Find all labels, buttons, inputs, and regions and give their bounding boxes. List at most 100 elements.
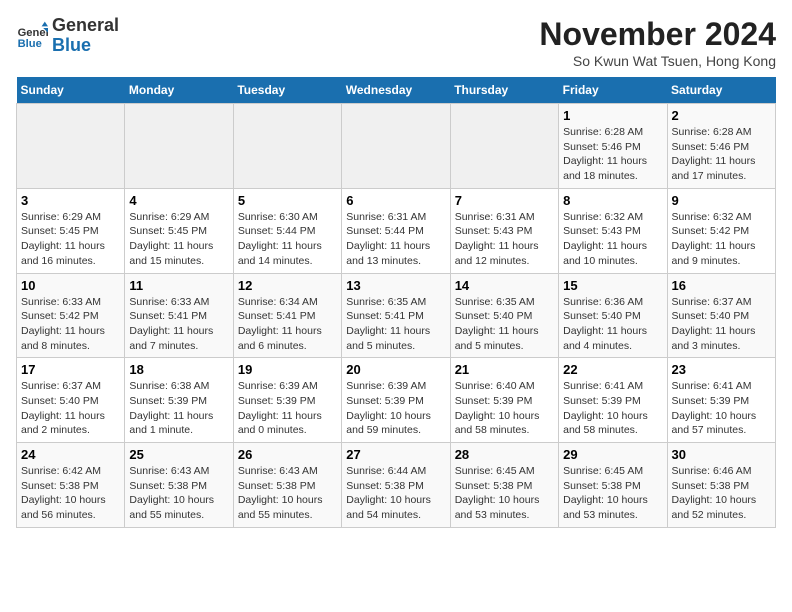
day-number: 25 bbox=[129, 447, 228, 462]
day-number: 22 bbox=[563, 362, 662, 377]
page-header: General Blue General Blue November 2024 … bbox=[16, 16, 776, 69]
calendar-cell bbox=[450, 104, 558, 189]
calendar-table: SundayMondayTuesdayWednesdayThursdayFrid… bbox=[16, 77, 776, 528]
day-info: Sunrise: 6:46 AM Sunset: 5:38 PM Dayligh… bbox=[672, 464, 771, 523]
day-number: 17 bbox=[21, 362, 120, 377]
header-wednesday: Wednesday bbox=[342, 77, 450, 104]
day-number: 21 bbox=[455, 362, 554, 377]
day-number: 3 bbox=[21, 193, 120, 208]
calendar-cell: 13 Sunrise: 6:35 AM Sunset: 5:41 PM Dayli… bbox=[342, 273, 450, 358]
calendar-cell: 16 Sunrise: 6:37 AM Sunset: 5:40 PM Dayli… bbox=[667, 273, 775, 358]
day-info: Sunrise: 6:35 AM Sunset: 5:40 PM Dayligh… bbox=[455, 295, 554, 354]
calendar-cell bbox=[17, 104, 125, 189]
calendar-cell: 9Sunrise: 6:32 AM Sunset: 5:42 PM Daylig… bbox=[667, 188, 775, 273]
day-number: 12 bbox=[238, 278, 337, 293]
calendar-cell: 10 Sunrise: 6:33 AM Sunset: 5:42 PM Dayli… bbox=[17, 273, 125, 358]
day-number: 10 bbox=[21, 278, 120, 293]
day-info: Sunrise: 6:33 AM Sunset: 5:41 PM Dayligh… bbox=[129, 295, 228, 354]
day-number: 14 bbox=[455, 278, 554, 293]
day-number: 23 bbox=[672, 362, 771, 377]
calendar-cell: 20 Sunrise: 6:39 AM Sunset: 5:39 PM Dayli… bbox=[342, 358, 450, 443]
header-tuesday: Tuesday bbox=[233, 77, 341, 104]
calendar-cell bbox=[342, 104, 450, 189]
day-info: Sunrise: 6:34 AM Sunset: 5:41 PM Dayligh… bbox=[238, 295, 337, 354]
calendar-week-4: 17 Sunrise: 6:37 AM Sunset: 5:40 PM Dayli… bbox=[17, 358, 776, 443]
day-number: 1 bbox=[563, 108, 662, 123]
calendar-cell: 18Sunrise: 6:38 AM Sunset: 5:39 PM Dayli… bbox=[125, 358, 233, 443]
calendar-cell: 25 Sunrise: 6:43 AM Sunset: 5:38 PM Dayli… bbox=[125, 443, 233, 528]
calendar-cell: 1 Sunrise: 6:28 AM Sunset: 5:46 PM Daylig… bbox=[559, 104, 667, 189]
calendar-cell: 26Sunrise: 6:43 AM Sunset: 5:38 PM Dayli… bbox=[233, 443, 341, 528]
day-number: 16 bbox=[672, 278, 771, 293]
month-title: November 2024 bbox=[539, 16, 776, 53]
day-info: Sunrise: 6:42 AM Sunset: 5:38 PM Dayligh… bbox=[21, 464, 120, 523]
calendar-week-2: 3 Sunrise: 6:29 AM Sunset: 5:45 PM Daylig… bbox=[17, 188, 776, 273]
day-number: 30 bbox=[672, 447, 771, 462]
day-number: 15 bbox=[563, 278, 662, 293]
svg-text:Blue: Blue bbox=[18, 38, 42, 50]
day-info: Sunrise: 6:45 AM Sunset: 5:38 PM Dayligh… bbox=[455, 464, 554, 523]
calendar-cell: 7Sunrise: 6:31 AM Sunset: 5:43 PM Daylig… bbox=[450, 188, 558, 273]
calendar-week-3: 10 Sunrise: 6:33 AM Sunset: 5:42 PM Dayli… bbox=[17, 273, 776, 358]
day-info: Sunrise: 6:29 AM Sunset: 5:45 PM Dayligh… bbox=[129, 210, 228, 269]
header-sunday: Sunday bbox=[17, 77, 125, 104]
day-info: Sunrise: 6:31 AM Sunset: 5:43 PM Dayligh… bbox=[455, 210, 554, 269]
day-info: Sunrise: 6:39 AM Sunset: 5:39 PM Dayligh… bbox=[346, 379, 445, 438]
day-number: 4 bbox=[129, 193, 228, 208]
calendar-cell: 8Sunrise: 6:32 AM Sunset: 5:43 PM Daylig… bbox=[559, 188, 667, 273]
day-number: 13 bbox=[346, 278, 445, 293]
day-info: Sunrise: 6:29 AM Sunset: 5:45 PM Dayligh… bbox=[21, 210, 120, 269]
calendar-cell: 22 Sunrise: 6:41 AM Sunset: 5:39 PM Dayli… bbox=[559, 358, 667, 443]
calendar-week-5: 24 Sunrise: 6:42 AM Sunset: 5:38 PM Dayli… bbox=[17, 443, 776, 528]
logo-text: General Blue bbox=[52, 16, 119, 56]
day-info: Sunrise: 6:41 AM Sunset: 5:39 PM Dayligh… bbox=[672, 379, 771, 438]
calendar-cell: 12 Sunrise: 6:34 AM Sunset: 5:41 PM Dayli… bbox=[233, 273, 341, 358]
calendar-cell: 6Sunrise: 6:31 AM Sunset: 5:44 PM Daylig… bbox=[342, 188, 450, 273]
calendar-cell: 19Sunrise: 6:39 AM Sunset: 5:39 PM Dayli… bbox=[233, 358, 341, 443]
day-info: Sunrise: 6:31 AM Sunset: 5:44 PM Dayligh… bbox=[346, 210, 445, 269]
day-info: Sunrise: 6:37 AM Sunset: 5:40 PM Dayligh… bbox=[21, 379, 120, 438]
day-info: Sunrise: 6:37 AM Sunset: 5:40 PM Dayligh… bbox=[672, 295, 771, 354]
calendar-cell: 29 Sunrise: 6:45 AM Sunset: 5:38 PM Dayli… bbox=[559, 443, 667, 528]
day-info: Sunrise: 6:43 AM Sunset: 5:38 PM Dayligh… bbox=[238, 464, 337, 523]
calendar-cell: 24 Sunrise: 6:42 AM Sunset: 5:38 PM Dayli… bbox=[17, 443, 125, 528]
header-thursday: Thursday bbox=[450, 77, 558, 104]
calendar-cell: 11Sunrise: 6:33 AM Sunset: 5:41 PM Dayli… bbox=[125, 273, 233, 358]
header-monday: Monday bbox=[125, 77, 233, 104]
calendar-cell: 30 Sunrise: 6:46 AM Sunset: 5:38 PM Dayli… bbox=[667, 443, 775, 528]
calendar-cell: 21 Sunrise: 6:40 AM Sunset: 5:39 PM Dayli… bbox=[450, 358, 558, 443]
calendar-cell: 14 Sunrise: 6:35 AM Sunset: 5:40 PM Dayli… bbox=[450, 273, 558, 358]
calendar-cell: 4 Sunrise: 6:29 AM Sunset: 5:45 PM Daylig… bbox=[125, 188, 233, 273]
day-number: 24 bbox=[21, 447, 120, 462]
calendar-week-1: 1 Sunrise: 6:28 AM Sunset: 5:46 PM Daylig… bbox=[17, 104, 776, 189]
calendar-cell bbox=[125, 104, 233, 189]
day-number: 27 bbox=[346, 447, 445, 462]
day-info: Sunrise: 6:45 AM Sunset: 5:38 PM Dayligh… bbox=[563, 464, 662, 523]
day-number: 28 bbox=[455, 447, 554, 462]
day-number: 29 bbox=[563, 447, 662, 462]
day-number: 20 bbox=[346, 362, 445, 377]
logo-icon: General Blue bbox=[16, 20, 48, 52]
day-info: Sunrise: 6:33 AM Sunset: 5:42 PM Dayligh… bbox=[21, 295, 120, 354]
calendar-cell: 15 Sunrise: 6:36 AM Sunset: 5:40 PM Dayli… bbox=[559, 273, 667, 358]
day-info: Sunrise: 6:36 AM Sunset: 5:40 PM Dayligh… bbox=[563, 295, 662, 354]
day-number: 5 bbox=[238, 193, 337, 208]
day-number: 2 bbox=[672, 108, 771, 123]
calendar-cell: 28 Sunrise: 6:45 AM Sunset: 5:38 PM Dayli… bbox=[450, 443, 558, 528]
day-info: Sunrise: 6:28 AM Sunset: 5:46 PM Dayligh… bbox=[563, 125, 662, 184]
day-info: Sunrise: 6:39 AM Sunset: 5:39 PM Dayligh… bbox=[238, 379, 337, 438]
day-info: Sunrise: 6:30 AM Sunset: 5:44 PM Dayligh… bbox=[238, 210, 337, 269]
calendar-cell: 3 Sunrise: 6:29 AM Sunset: 5:45 PM Daylig… bbox=[17, 188, 125, 273]
day-number: 8 bbox=[563, 193, 662, 208]
header-saturday: Saturday bbox=[667, 77, 775, 104]
day-info: Sunrise: 6:28 AM Sunset: 5:46 PM Dayligh… bbox=[672, 125, 771, 184]
day-info: Sunrise: 6:40 AM Sunset: 5:39 PM Dayligh… bbox=[455, 379, 554, 438]
day-info: Sunrise: 6:38 AM Sunset: 5:39 PM Dayligh… bbox=[129, 379, 228, 438]
day-info: Sunrise: 6:41 AM Sunset: 5:39 PM Dayligh… bbox=[563, 379, 662, 438]
calendar-cell: 27Sunrise: 6:44 AM Sunset: 5:38 PM Dayli… bbox=[342, 443, 450, 528]
day-info: Sunrise: 6:43 AM Sunset: 5:38 PM Dayligh… bbox=[129, 464, 228, 523]
subtitle: So Kwun Wat Tsuen, Hong Kong bbox=[539, 53, 776, 69]
calendar-cell bbox=[233, 104, 341, 189]
calendar-cell: 17 Sunrise: 6:37 AM Sunset: 5:40 PM Dayli… bbox=[17, 358, 125, 443]
day-info: Sunrise: 6:35 AM Sunset: 5:41 PM Dayligh… bbox=[346, 295, 445, 354]
